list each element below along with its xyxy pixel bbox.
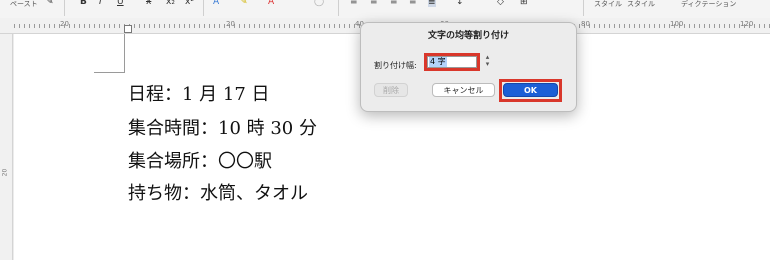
circle-char-icon[interactable]: ◯	[314, 0, 324, 7]
width-value: 4 字	[429, 57, 447, 67]
width-label: 割り付け幅:	[374, 61, 417, 70]
style-window-button[interactable]: スタイル	[627, 0, 655, 9]
ribbon-toolbar: ペースト ✎ B I U x x₂ x² A ✎ A ◯ ≡ ≡ ≡ ≡ ≣ ↕…	[0, 0, 770, 19]
paste-button[interactable]: ペースト	[10, 0, 38, 9]
distribute-icon[interactable]: ≣	[428, 0, 436, 7]
dialog-title: 文字の均等割り付け	[427, 31, 509, 41]
delete-button[interactable]: 削除	[374, 83, 408, 97]
ruler-number: 80	[581, 20, 590, 28]
ruler-number: 20	[226, 20, 235, 28]
font-color-button[interactable]: A	[268, 0, 274, 7]
strikethrough-button[interactable]: x	[146, 0, 151, 7]
cancel-button[interactable]: キャンセル	[432, 83, 495, 97]
document-line[interactable]: 日程：1 月 17 日	[128, 80, 270, 106]
vruler-number: 20	[1, 168, 9, 177]
align-center-icon[interactable]: ≡	[370, 0, 378, 7]
ruler-number: 100	[670, 20, 684, 28]
width-stepper[interactable]: ▴ ▾	[483, 54, 492, 70]
align-left-icon[interactable]: ≡	[350, 0, 358, 7]
italic-button[interactable]: I	[99, 0, 102, 7]
ok-button[interactable]: OK	[503, 83, 558, 97]
highlight-icon[interactable]: ✎	[240, 0, 248, 7]
indent-marker[interactable]	[124, 25, 132, 33]
stepper-down-icon[interactable]: ▾	[483, 61, 492, 68]
margin-corner-mark	[124, 34, 125, 72]
toolbar-divider	[583, 0, 584, 16]
toolbar-divider	[64, 0, 65, 16]
format-painter-icon[interactable]: ✎	[46, 0, 54, 7]
document-line[interactable]: 集合場所：〇〇駅	[128, 147, 272, 173]
toolbar-divider	[203, 0, 204, 16]
width-input[interactable]: 4 字	[427, 56, 477, 68]
justify-icon[interactable]: ≡	[409, 0, 417, 7]
underline-button[interactable]: U	[117, 0, 124, 7]
toolbar-divider	[338, 0, 339, 16]
style-button[interactable]: スタイル	[594, 0, 622, 9]
ruler-number: 20	[60, 20, 69, 28]
subscript-button[interactable]: x₂	[166, 0, 175, 7]
text-effects-icon[interactable]: A	[213, 0, 219, 7]
superscript-button[interactable]: x²	[185, 0, 194, 7]
vertical-ruler: 20	[0, 34, 13, 260]
align-right-icon[interactable]: ≡	[390, 0, 398, 7]
bold-button[interactable]: B	[80, 0, 87, 7]
margin-corner-mark	[94, 72, 125, 73]
dictation-button[interactable]: ディクテーション	[681, 0, 736, 9]
document-line[interactable]: 集合時間：10 時 30 分	[128, 114, 317, 140]
ruler-number: 120	[740, 20, 754, 28]
shading-icon[interactable]: ◇	[497, 0, 504, 7]
borders-icon[interactable]: ⊞	[520, 0, 528, 7]
distribute-text-dialog: 文字の均等割り付け 割り付け幅: 4 字 ▴ ▾ 削除 キャンセル OK	[360, 22, 577, 112]
document-line[interactable]: 持ち物：水筒、タオル	[128, 179, 308, 205]
line-spacing-icon[interactable]: ↕	[456, 0, 464, 7]
